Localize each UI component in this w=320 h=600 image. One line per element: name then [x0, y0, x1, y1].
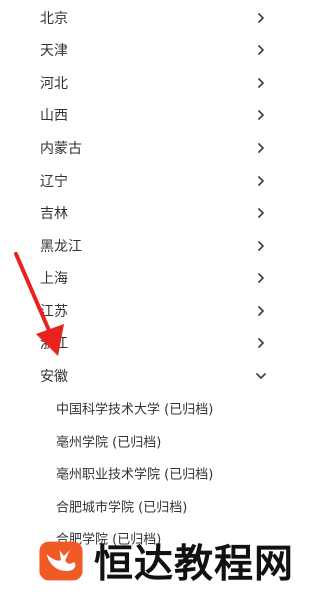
province-item-jilin[interactable]: 吉林 — [0, 197, 300, 229]
watermark-text: 恒达教程网 — [93, 542, 294, 587]
chevron-right-icon — [258, 176, 264, 186]
province-label: 浙江 — [40, 336, 68, 352]
chevron-right-icon — [258, 13, 264, 23]
chevron-down-icon — [256, 373, 266, 379]
province-label: 山西 — [40, 108, 68, 124]
province-label: 辽宁 — [40, 174, 68, 190]
whale-logo-icon — [39, 541, 83, 581]
chevron-right-icon — [258, 241, 264, 251]
chevron-right-icon — [258, 208, 264, 218]
province-item-heilongjiang[interactable]: 黑龙江 — [0, 230, 300, 262]
school-item[interactable]: 中国科学技术大学 (已归档) — [0, 392, 300, 424]
province-item-shanxi[interactable]: 山西 — [0, 99, 300, 131]
school-item[interactable]: 亳州学院 (已归档) — [0, 425, 300, 457]
chevron-right-icon — [258, 78, 264, 88]
province-label: 北京 — [40, 11, 68, 27]
province-item-neimenggu[interactable]: 内蒙古 — [0, 132, 300, 164]
province-item-liaoning[interactable]: 辽宁 — [0, 165, 300, 197]
school-item[interactable]: 亳州职业技术学院 (已归档) — [0, 457, 300, 489]
province-item-jiangsu[interactable]: 江苏 — [0, 295, 300, 327]
chevron-right-icon — [258, 45, 264, 55]
province-item-anhui[interactable]: 安徽 — [0, 360, 300, 392]
school-label: 亳州学院 (已归档) — [56, 435, 162, 451]
watermark: 恒达教程网 — [38, 532, 294, 590]
province-item-hebei[interactable]: 河北 — [0, 67, 300, 99]
school-label: 亳州职业技术学院 (已归档) — [56, 467, 214, 483]
province-label: 天津 — [40, 43, 68, 59]
chevron-right-icon — [258, 110, 264, 120]
province-item-beijing[interactable]: 北京 — [0, 2, 300, 34]
province-item-shanghai[interactable]: 上海 — [0, 262, 300, 294]
province-label: 河北 — [40, 76, 68, 92]
chevron-right-icon — [258, 306, 264, 316]
school-label: 合肥城市学院 (已归档) — [56, 500, 188, 516]
province-item-tianjin[interactable]: 天津 — [0, 34, 300, 66]
province-label: 吉林 — [40, 206, 68, 222]
chevron-right-icon — [258, 143, 264, 153]
province-label: 内蒙古 — [40, 141, 82, 157]
school-label: 中国科学技术大学 (已归档) — [56, 402, 214, 418]
school-item[interactable]: 合肥城市学院 (已归档) — [0, 490, 300, 522]
province-label: 黑龙江 — [40, 239, 82, 255]
chevron-right-icon — [258, 273, 264, 283]
province-label: 安徽 — [40, 369, 68, 385]
province-label: 上海 — [40, 271, 68, 287]
province-label: 江苏 — [40, 304, 68, 320]
chevron-right-icon — [258, 338, 264, 348]
province-item-zhejiang[interactable]: 浙江 — [0, 327, 300, 359]
